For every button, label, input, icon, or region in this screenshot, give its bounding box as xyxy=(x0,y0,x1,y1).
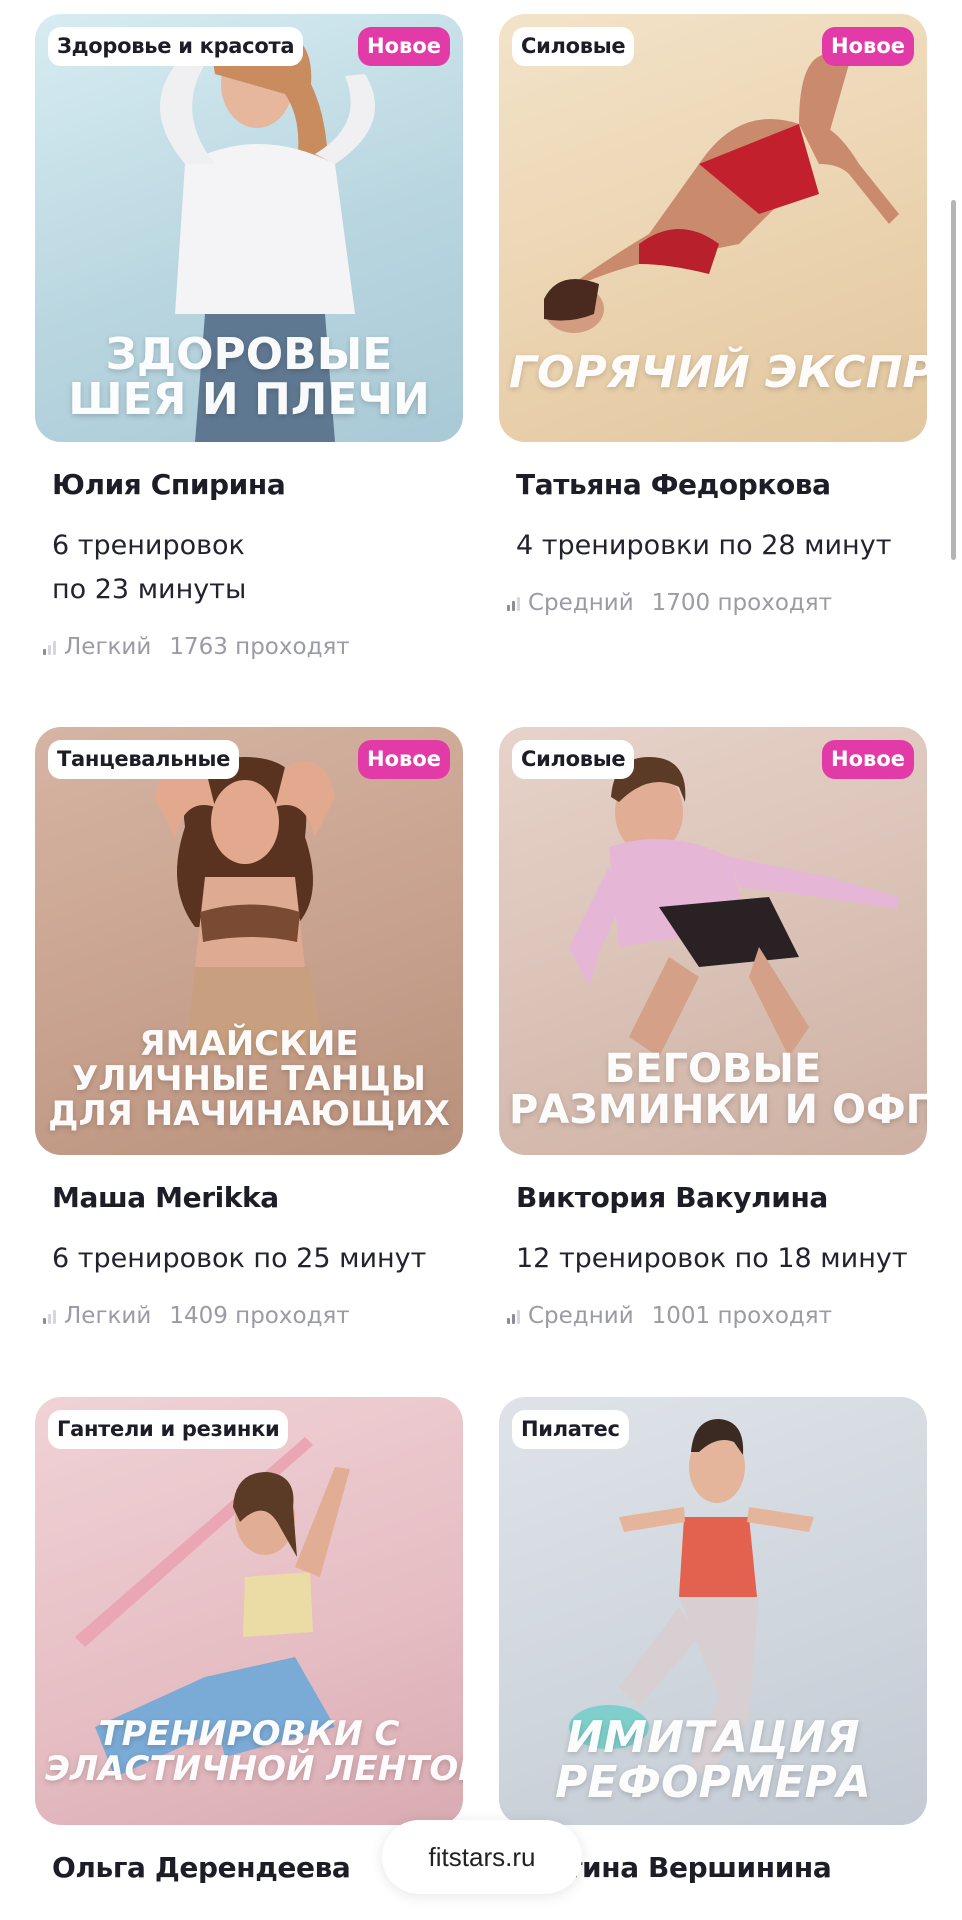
program-meta: Легкий 1763 проходят xyxy=(43,634,350,660)
participants-count: 1409 проходят xyxy=(169,1303,350,1329)
cover-title: ЯМАЙСКИЕ УЛИЧНЫЕ ТАНЦЫ ДЛЯ НАЧИНАЮЩИХ xyxy=(48,1024,450,1135)
address-bar[interactable]: fitstars.ru xyxy=(382,1820,582,1894)
program-cover[interactable]: БЕГОВЫЕ РАЗМИНКИ И ОФП Силовые Новое xyxy=(499,727,927,1155)
difficulty-level: Легкий xyxy=(64,634,152,660)
difficulty-level: Легкий xyxy=(64,1303,152,1329)
program-cover[interactable]: ИМИТАЦИЯ РЕФОРМЕРА Пилатес xyxy=(499,1397,927,1825)
program-card[interactable]: БЕГОВЫЕ РАЗМИНКИ И ОФП Силовые Новое Вик… xyxy=(499,727,927,1367)
cover-title: ГОРЯЧИЙ ЭКСПРЕСС xyxy=(509,347,927,398)
program-cover[interactable]: ЗДОРОВЫЕ ШЕЯ И ПЛЕЧИ Здоровье и красота … xyxy=(35,14,463,442)
difficulty-level: Средний xyxy=(528,1303,634,1329)
workouts-info: 4 тренировки по 28 минут xyxy=(516,530,892,561)
new-badge: Новое xyxy=(358,27,450,66)
cover-title: ТРЕНИРОВКИ С ЭЛАСТИЧНОЙ ЛЕНТОЙ xyxy=(45,1714,463,1790)
category-tag: Силовые xyxy=(512,27,635,66)
category-tag: Пилатес xyxy=(512,1410,629,1449)
cover-title: ИМИТАЦИЯ РЕФОРМЕРА xyxy=(555,1712,871,1809)
new-badge: Новое xyxy=(822,27,914,66)
cover-title: БЕГОВЫЕ РАЗМИНКИ И ОФП xyxy=(509,1046,927,1134)
category-tag: Здоровье и красота xyxy=(48,27,304,66)
participants-count: 1001 проходят xyxy=(651,1303,833,1329)
participants-count: 1763 проходят xyxy=(169,634,350,660)
signal-bars-icon xyxy=(507,1308,520,1324)
workouts-info: 6 тренировок по 23 минуты xyxy=(52,530,247,605)
site-domain: fitstars.ru xyxy=(428,1841,536,1872)
coach-name[interactable]: Виктория Вакулина xyxy=(516,1181,828,1214)
cover-title: ЗДОРОВЫЕ ШЕЯ И ПЛЕЧИ xyxy=(68,329,430,426)
category-tag: Танцевальные xyxy=(48,740,240,779)
program-card[interactable]: ЗДОРОВЫЕ ШЕЯ И ПЛЕЧИ Здоровье и красота … xyxy=(35,14,463,694)
program-meta: Легкий 1409 проходят xyxy=(43,1303,350,1329)
program-cover[interactable]: ТРЕНИРОВКИ С ЭЛАСТИЧНОЙ ЛЕНТОЙ Гантели и… xyxy=(35,1397,463,1825)
new-badge: Новое xyxy=(358,740,450,779)
program-card[interactable]: ГОРЯЧИЙ ЭКСПРЕСС Силовые Новое Татьяна Ф… xyxy=(499,14,927,694)
workouts-info: 6 тренировок по 25 минут xyxy=(52,1243,427,1274)
workouts-info: 12 тренировок по 18 минут xyxy=(516,1243,908,1274)
category-tag: Силовые xyxy=(512,740,635,779)
program-cover[interactable]: ЯМАЙСКИЕ УЛИЧНЫЕ ТАНЦЫ ДЛЯ НАЧИНАЮЩИХ Та… xyxy=(35,727,463,1155)
coach-name[interactable]: Маша Merikka xyxy=(52,1181,279,1214)
program-meta: Средний 1001 проходят xyxy=(507,1303,832,1329)
coach-name[interactable]: Татьяна Федоркова xyxy=(516,468,831,501)
signal-bars-icon xyxy=(507,595,520,611)
new-badge: Новое xyxy=(822,740,914,779)
category-tag: Гантели и резинки xyxy=(48,1410,289,1449)
coach-name[interactable]: Ольга Дерендеева xyxy=(52,1851,351,1884)
scrollbar[interactable] xyxy=(951,200,956,560)
program-cover[interactable]: ГОРЯЧИЙ ЭКСПРЕСС Силовые Новое xyxy=(499,14,927,442)
signal-bars-icon xyxy=(43,639,56,655)
coach-name[interactable]: Юлия Спирина xyxy=(52,468,286,501)
signal-bars-icon xyxy=(43,1308,56,1324)
program-card[interactable]: ЯМАЙСКИЕ УЛИЧНЫЕ ТАНЦЫ ДЛЯ НАЧИНАЮЩИХ Та… xyxy=(35,727,463,1367)
difficulty-level: Средний xyxy=(528,590,634,616)
program-meta: Средний 1700 проходят xyxy=(507,590,832,616)
participants-count: 1700 проходят xyxy=(651,590,833,616)
